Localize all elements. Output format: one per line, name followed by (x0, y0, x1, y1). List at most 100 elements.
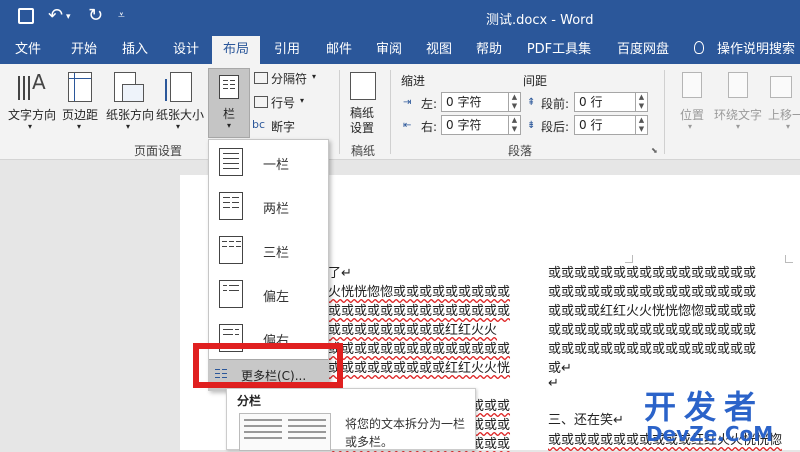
size-button[interactable]: 纸张大小 (156, 106, 204, 123)
highlight-box (193, 343, 343, 388)
columns-option-left[interactable]: 偏左 (209, 272, 328, 316)
tab-help[interactable]: 帮助 (466, 36, 512, 64)
tooltip-preview-image (239, 413, 331, 451)
columns-option-three[interactable]: 三栏 (209, 228, 328, 272)
right-column-line: 或或或或或或或或或或或或或或或或 (548, 323, 757, 338)
tab-file[interactable]: 文件 (0, 36, 56, 64)
chevron-down-icon[interactable]: ▾ (77, 122, 81, 131)
tab-review[interactable]: 审阅 (366, 36, 412, 64)
tab-design[interactable]: 设计 (162, 36, 210, 64)
indent-right-label: 右: (421, 120, 438, 134)
right-column-line: 三、还在笑↵ (548, 413, 624, 428)
right-column-line: 或或或或红红火火恍恍惚惚或或或或 (548, 304, 757, 319)
chevron-down-icon[interactable]: ▾ (176, 122, 180, 131)
position-button[interactable]: 位置 (680, 106, 704, 123)
left-column-line: 或或或或或或或或或或或或或或 (328, 304, 511, 319)
ribbon-panel: A 文字方向 ▾ 页边距 ▾ 纸张方向 ▾ 纸张大小 ▾ 栏 ▾ 分隔符 ▾ 行… (0, 64, 800, 160)
indent-left-icon: ⇥ (403, 97, 412, 108)
draft-paper-button[interactable]: 稿纸 设置 (350, 106, 374, 136)
spacing-before-spinner[interactable]: ▲ ▼ (636, 92, 648, 112)
one-column-icon (219, 148, 243, 176)
left-column-icon (219, 280, 243, 308)
chevron-down-icon[interactable]: ▾ (28, 122, 32, 131)
spacing-label: 间距 (523, 74, 548, 88)
text-direction-icon: A (16, 70, 50, 102)
save-icon[interactable] (18, 8, 34, 24)
left-column-line: 了↵ (328, 266, 352, 281)
left-column-line: 火恍恍惚惚或或或或或或或或或 (328, 285, 511, 300)
three-columns-icon (219, 236, 243, 264)
chevron-down-icon[interactable]: ▾ (126, 122, 130, 131)
spacing-after-label: 段后: (541, 120, 570, 134)
tab-references[interactable]: 引用 (264, 36, 310, 64)
line-numbers-button[interactable]: 行号 (271, 94, 295, 111)
chevron-down-icon[interactable]: ▾ (312, 72, 316, 81)
dialog-launcher-icon[interactable]: ⬊ (651, 146, 658, 155)
lightbulb-icon (694, 41, 704, 54)
columns-icon (219, 75, 239, 99)
spacing-after-spinner[interactable]: ▲ ▼ (636, 115, 648, 135)
indent-right-input[interactable]: 0 字符 (441, 115, 509, 135)
tab-home[interactable]: 开始 (56, 36, 112, 64)
margins-icon (68, 72, 92, 102)
chevron-down-icon[interactable]: ▾ (688, 122, 692, 131)
left-column-line: 或或或或或或或或或红红火火 (328, 323, 498, 338)
tell-me-search[interactable]: 操作说明搜索 (712, 36, 800, 64)
columns-option-two[interactable]: 两栏 (209, 184, 328, 228)
group-divider (664, 70, 665, 154)
columns-option-one[interactable]: 一栏 (209, 140, 328, 184)
spacing-before-input[interactable]: 0 行 (574, 92, 636, 112)
indent-left-label: 左: (421, 97, 438, 111)
chevron-down-icon[interactable]: ▾ (786, 122, 790, 131)
tab-insert[interactable]: 插入 (112, 36, 158, 64)
breaks-button[interactable]: 分隔符 (271, 70, 307, 87)
wrap-text-icon (728, 72, 748, 98)
orientation-landscape-icon (122, 84, 144, 102)
columns-option-label: 偏左 (263, 290, 290, 305)
columns-option-label: 三栏 (263, 246, 290, 261)
hyphenation-icon: bc (252, 118, 266, 131)
customize-toolbar-icon[interactable]: ⩡ (118, 8, 125, 23)
right-column-line: 或或或或或或或或或或或或或或或或 (548, 285, 757, 300)
wrap-text-button[interactable]: 环绕文字 (714, 106, 762, 123)
undo-dropdown-icon[interactable]: ▾ (66, 12, 71, 22)
columns-option-label: 两栏 (263, 202, 290, 217)
margins-button[interactable]: 页边距 (62, 106, 98, 123)
chevron-down-icon[interactable]: ▾ (736, 122, 740, 131)
tab-layout[interactable]: 布局 (212, 36, 260, 64)
hyphenation-button[interactable]: 断字 (271, 118, 295, 135)
window-title: 测试.docx - Word (486, 13, 594, 28)
indent-left-spinner[interactable]: ▲ ▼ (509, 92, 521, 112)
tab-pdf-tools[interactable]: PDF工具集 (520, 36, 598, 64)
breaks-icon (254, 72, 268, 84)
undo-icon[interactable]: ↶ (48, 5, 63, 26)
spacing-before-icon: ⇞ (527, 97, 536, 108)
left-column-line: 或或或或或或或或或红红火火恍 (328, 361, 511, 376)
right-column-line: ↵ (548, 376, 559, 391)
tooltip-body: 将您的文本拆分为一栏或多栏。 (345, 417, 466, 449)
margin-corner-mark (785, 255, 793, 263)
line-numbers-icon (254, 96, 268, 108)
orientation-button[interactable]: 纸张方向 (106, 106, 154, 123)
redo-icon[interactable]: ↻ (88, 5, 103, 26)
columns-tooltip: 分栏 将您的文本拆分为一栏或多栏。 (226, 388, 476, 451)
columns-button[interactable]: 栏 ▾ (208, 68, 250, 138)
two-columns-icon (219, 192, 243, 220)
chevron-down-icon[interactable]: ▾ (300, 96, 304, 105)
indent-right-spinner[interactable]: ▲ ▼ (509, 115, 521, 135)
spacing-after-icon: ⇟ (527, 120, 536, 131)
ribbon-tabs: 文件 开始 插入 设计 布局 引用 邮件 审阅 视图 帮助 PDF工具集 百度网… (0, 36, 800, 64)
indent-left-input[interactable]: 0 字符 (441, 92, 509, 112)
position-icon (682, 72, 702, 98)
indent-label: 缩进 (401, 74, 426, 88)
tab-mailings[interactable]: 邮件 (316, 36, 362, 64)
tab-view[interactable]: 视图 (416, 36, 462, 64)
left-column-line: 或或或或或或或或或或或或或或 (328, 342, 511, 357)
tooltip-title: 分栏 (237, 394, 262, 408)
draft-paper-icon (350, 72, 376, 100)
tab-baidu-netdisk[interactable]: 百度网盘 (608, 36, 678, 64)
text-direction-button[interactable]: 文字方向 (8, 106, 56, 123)
bring-forward-button[interactable]: 上移一 (768, 106, 800, 123)
spacing-before-label: 段前: (541, 97, 570, 111)
spacing-after-input[interactable]: 0 行 (574, 115, 636, 135)
